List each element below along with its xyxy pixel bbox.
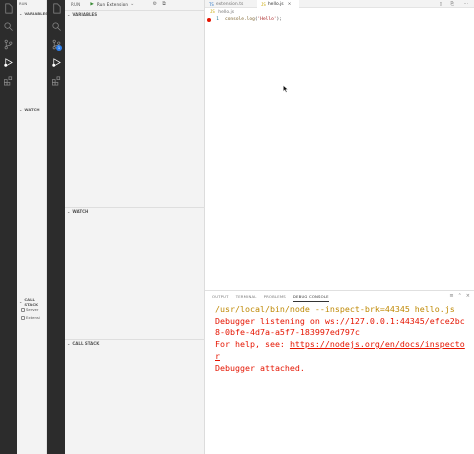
tab-terminal[interactable]: TERMINAL xyxy=(236,291,257,302)
watch-section-header[interactable]: ⌄ WATCH xyxy=(65,207,205,215)
chevron-down-icon: ⌄ xyxy=(67,12,71,17)
background-variables-section[interactable]: ⌄ VARIABLES xyxy=(17,10,48,17)
chevron-up-icon[interactable]: ⌃ xyxy=(458,293,462,299)
debug-console-output[interactable]: /usr/local/bin/node --inspect-brk=44345 … xyxy=(215,304,470,374)
line-number: 1 xyxy=(216,17,219,22)
javascript-file-icon: JS xyxy=(261,1,266,7)
background-watch-section[interactable]: ⌄ WATCH xyxy=(17,106,47,113)
console-help-line: For help, see: https://nodejs.org/en/doc… xyxy=(215,339,470,351)
run-debug-icon[interactable] xyxy=(3,57,14,68)
console-line: Debugger listening on ws://127.0.0.1:443… xyxy=(215,315,465,326)
chevron-down-icon: ⌄ xyxy=(67,341,71,346)
open-changes-icon[interactable]: ⎘ xyxy=(446,0,458,8)
files-icon[interactable] xyxy=(51,3,62,14)
launch-config-select[interactable]: Run Extension xyxy=(97,2,128,7)
close-icon[interactable]: × xyxy=(288,2,292,7)
background-sidebar: RUN ⌄ VARIABLES ⌄ WATCH ⌄ CALL STACK Ser… xyxy=(17,0,48,454)
bottom-panel: OUTPUT TERMINAL PROBLEMS DEBUG CONSOLE ≡… xyxy=(205,290,474,454)
variables-label: VARIABLES xyxy=(72,12,98,17)
run-sidebar: RUN ▶ Run Extension ⌄ ⚙ ⧉ ⌄ VARIABLES ⌄ … xyxy=(65,0,205,454)
call-stack-item[interactable]: Server xyxy=(26,307,47,312)
tab-problems[interactable]: PROBLEMS xyxy=(264,291,286,302)
run-debug-icon[interactable] xyxy=(51,57,62,68)
tab-debug-console[interactable]: DEBUG CONSOLE xyxy=(292,291,329,302)
source-control-badge: 1 xyxy=(56,45,62,51)
console-help-line-wrap: r xyxy=(215,351,470,363)
extensions-icon[interactable] xyxy=(51,75,62,86)
tab-extension-ts[interactable]: TS extension.ts xyxy=(205,0,257,8)
chevron-down-icon[interactable]: ⌄ xyxy=(130,1,134,7)
docs-link[interactable]: https://nodejs.org/en/docs/inspecto xyxy=(290,339,465,349)
breadcrumb-file: hello.js xyxy=(218,10,235,15)
breadcrumb[interactable]: JS hello.js xyxy=(210,9,234,15)
run-view-title: RUN xyxy=(71,1,81,7)
close-icon[interactable]: × xyxy=(466,293,470,299)
console-attached-line: Debugger attached. xyxy=(215,362,305,373)
console-help-prefix: For help, see: xyxy=(215,339,290,350)
code-paren-close: ); xyxy=(276,17,282,22)
docs-link-wrap[interactable]: r xyxy=(215,351,220,361)
activity-bar: 1 xyxy=(47,0,65,454)
extensions-icon[interactable] xyxy=(3,75,14,86)
panel-actions: ≡ ⌃ × xyxy=(449,293,470,299)
background-call-stack-label: CALL STACK xyxy=(24,296,39,307)
split-editor-icon[interactable]: ▯ xyxy=(436,0,446,8)
more-actions-icon[interactable]: ⋯ xyxy=(460,0,473,8)
call-stack-section-header[interactable]: ⌄ CALL STACK xyxy=(65,339,205,347)
typescript-file-icon: TS xyxy=(209,1,214,7)
start-debugging-icon[interactable]: ▶ xyxy=(90,2,94,7)
search-icon[interactable] xyxy=(3,21,14,32)
terminal-icon[interactable]: ⧉ xyxy=(162,1,166,7)
tab-label: extension.ts xyxy=(215,1,244,7)
code-text[interactable]: console.log('Hello'); xyxy=(225,17,282,22)
process-icon xyxy=(21,308,25,312)
javascript-file-icon: JS xyxy=(210,9,215,14)
tab-output[interactable]: OUTPUT xyxy=(212,291,229,302)
console-command-line: /usr/local/bin/node --inspect-brk=44345 … xyxy=(215,304,455,314)
background-watch-label: WATCH xyxy=(24,107,40,112)
chevron-down-icon: ⌄ xyxy=(19,11,23,16)
background-variables-label: VARIABLES xyxy=(24,11,48,16)
chevron-down-icon: ⌄ xyxy=(67,209,71,214)
filter-icon[interactable]: ≡ xyxy=(449,293,453,299)
background-run-title: RUN xyxy=(19,1,28,6)
search-icon[interactable] xyxy=(51,21,62,32)
variables-section-header[interactable]: ⌄ VARIABLES xyxy=(65,10,205,18)
call-stack-label: CALL STACK xyxy=(72,341,100,346)
console-line: 8-0bfe-4d7a-a5f7-183997ed797c xyxy=(215,327,360,338)
watch-label: WATCH xyxy=(72,209,89,214)
source-control-icon[interactable] xyxy=(3,39,14,50)
gear-icon[interactable]: ⚙ xyxy=(153,1,158,7)
code-string: 'Hello' xyxy=(257,17,277,22)
background-activity-bar xyxy=(0,0,17,454)
process-icon xyxy=(21,316,25,320)
panel-tab-bar: OUTPUT TERMINAL PROBLEMS DEBUG CONSOLE xyxy=(205,291,474,302)
tab-label: hello.js xyxy=(267,1,284,7)
call-stack-item[interactable]: Extensi xyxy=(26,315,47,320)
files-icon[interactable] xyxy=(3,3,14,14)
code-line[interactable]: 1 console.log('Hello'); xyxy=(205,16,282,23)
code-function: console.log xyxy=(225,17,255,22)
chevron-down-icon: ⌄ xyxy=(19,107,23,112)
editor-tab-bar: TS extension.ts JS hello.js × ▯ ⎘ ⋯ xyxy=(205,0,474,8)
mouse-cursor-icon xyxy=(283,85,289,94)
run-view-header: RUN ▶ Run Extension ⌄ ⚙ ⧉ xyxy=(65,0,204,8)
chevron-down-icon: ⌄ xyxy=(19,299,23,304)
background-call-stack-section[interactable]: ⌄ CALL STACK xyxy=(17,296,47,307)
tab-hello-js[interactable]: JS hello.js × xyxy=(257,0,299,8)
